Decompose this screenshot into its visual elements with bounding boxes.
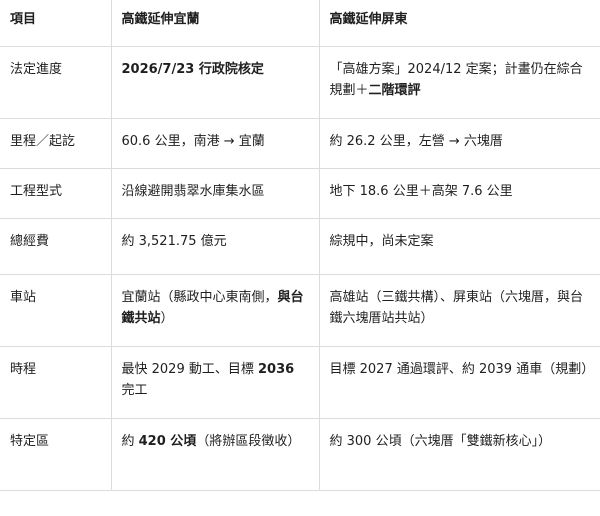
bold-text: 二階環評: [368, 82, 421, 98]
cell-text: 地下 18.6 公里＋高架 7.6 公里: [329, 183, 513, 199]
table-row: 法定進度 2026/7/23 行政院核定 「高雄方案」2024/12 定案；計畫仍在…: [0, 46, 600, 119]
cell-text: 約 300 公頃（六塊厝「雙鐵新核心」）: [329, 433, 552, 449]
pingtung-cell: 約 26.2 公里，左營 → 六塊厝: [318, 118, 600, 169]
table-body: 法定進度 2026/7/23 行政院核定 「高雄方案」2024/12 定案；計畫仍在…: [0, 46, 600, 491]
table-row: 時程 最快 2029 動工、目標 2036 完工 目標 2027 通過環評、約 20…: [0, 346, 600, 419]
pingtung-cell: 目標 2027 通過環評、約 2039 通車（規劃）: [318, 346, 600, 419]
cell-text: 約: [121, 433, 139, 449]
row-label: 時程: [0, 346, 111, 419]
yilan-cell: 約 420 公頃（將辦區段徵收）: [110, 418, 319, 491]
bold-text: 2026/7/23 行政院核定: [121, 61, 264, 77]
cell-text: 綜規中，尚未定案: [329, 233, 434, 249]
yilan-cell: 最快 2029 動工、目標 2036 完工: [110, 346, 319, 419]
cell-text: ）: [160, 310, 174, 326]
yilan-cell: 60.6 公里，南港 → 宜蘭: [110, 118, 319, 169]
row-label: 工程型式: [0, 168, 111, 219]
table-row: 總經費約 3,521.75 億元 綜規中，尚未定案: [0, 218, 600, 275]
table-row: 車站 宜蘭站（縣政中心東南側，與台鐵共站） 高雄站（三鐵共構）、屏東站（六塊厝，與台…: [0, 274, 600, 347]
cell-text: 完工: [121, 382, 148, 398]
bold-text: 2036: [257, 361, 295, 377]
cell-text: 「高雄方案」2024/12 定案；計畫仍在綜合規劃＋: [329, 61, 583, 98]
table-row: 工程型式 沿線避開翡翠水庫集水區 地下 18.6 公里＋高架 7.6 公里: [0, 168, 600, 219]
pingtung-cell: 地下 18.6 公里＋高架 7.6 公里: [318, 168, 600, 219]
pingtung-cell: 高雄站（三鐵共構）、屏東站（六塊厝，與台鐵六塊厝站共站）: [318, 274, 600, 347]
cell-text: 目標 2027 通過環評、約 2039 通車（規劃）: [329, 361, 595, 377]
yilan-cell: 沿線避開翡翠水庫集水區: [110, 168, 319, 219]
yilan-cell: 約 3,521.75 億元: [110, 218, 319, 275]
table-header: 項目 高鐵延伸宜蘭 高鐵延伸屏東: [0, 0, 600, 47]
cell-text: 最快 2029 動工、目標: [121, 361, 258, 377]
row-label: 里程／起訖: [0, 118, 111, 169]
pingtung-cell: 綜規中，尚未定案: [318, 218, 600, 275]
comparison-table: 項目 高鐵延伸宜蘭 高鐵延伸屏東 法定進度 2026/7/23 行政院核定 「高雄方…: [0, 0, 600, 491]
row-label: 法定進度: [0, 46, 111, 119]
row-label: 總經費: [0, 218, 111, 275]
yilan-cell: 2026/7/23 行政院核定: [110, 46, 319, 119]
cell-text: 約 26.2 公里，左營 → 六塊厝: [329, 133, 503, 149]
cell-text: 約 3,521.75 億元: [121, 233, 227, 249]
pingtung-cell: 約 300 公頃（六塊厝「雙鐵新核心」）: [318, 418, 600, 491]
row-label: 車站: [0, 274, 111, 347]
header-pingtung: 高鐵延伸屏東: [318, 0, 600, 47]
cell-text: 沿線避開翡翠水庫集水區: [121, 183, 265, 199]
pingtung-cell: 「高雄方案」2024/12 定案；計畫仍在綜合規劃＋二階環評: [318, 46, 600, 119]
header-yilan: 高鐵延伸宜蘭: [110, 0, 319, 47]
cell-text: 高雄站（三鐵共構）、屏東站（六塊厝，與台鐵六塊厝站共站）: [329, 289, 584, 326]
cell-text: 60.6 公里，南港 → 宜蘭: [121, 133, 265, 149]
header-row: 項目 高鐵延伸宜蘭 高鐵延伸屏東: [0, 0, 600, 47]
yilan-cell: 宜蘭站（縣政中心東南側，與台鐵共站）: [110, 274, 319, 347]
bold-text: 420 公頃: [138, 433, 197, 449]
cell-text: （將辦區段徵收）: [196, 433, 301, 449]
cell-text: 宜蘭站（縣政中心東南側，: [121, 289, 278, 305]
row-label: 特定區: [0, 418, 111, 491]
table-row: 里程／起訖 60.6 公里，南港 → 宜蘭 約 26.2 公里，左營 → 六塊厝: [0, 118, 600, 169]
table-row: 特定區約 420 公頃（將辦區段徵收） 約 300 公頃（六塊厝「雙鐵新核心」）: [0, 418, 600, 491]
header-item: 項目: [0, 0, 111, 47]
